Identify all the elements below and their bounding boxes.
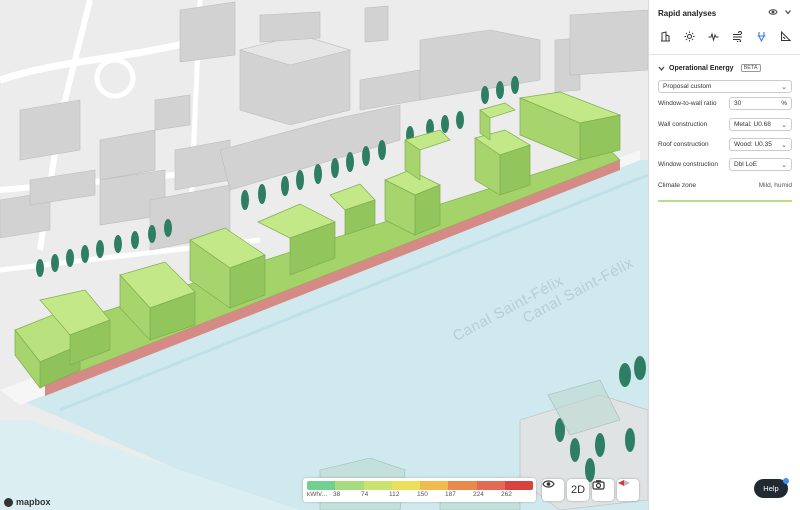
legend-unit: kWh/... — [307, 491, 328, 498]
wwr-label: Window-to-wall ratio — [658, 100, 717, 107]
legend-color-bar — [307, 481, 533, 490]
legend-swatch — [335, 481, 364, 490]
compass-icon — [618, 480, 630, 486]
chevron-down-icon[interactable] — [784, 8, 792, 16]
operational-energy-section[interactable]: Operational Energy BETA — [658, 64, 761, 72]
beta-badge: BETA — [740, 64, 761, 72]
wwr-input[interactable]: 30 % — [729, 97, 792, 110]
legend-tick: 112 — [389, 491, 400, 498]
building-icon[interactable] — [658, 29, 672, 43]
legend-swatch — [391, 481, 420, 490]
proposal-select[interactable]: Proposal custom ⌄ — [658, 80, 792, 93]
eye-icon[interactable] — [768, 8, 778, 16]
wwr-value: 30 — [734, 100, 742, 107]
visibility-button[interactable] — [542, 479, 564, 501]
chevron-down-icon: ⌄ — [781, 141, 787, 149]
wind-icon[interactable] — [706, 29, 720, 43]
wall-construction-value: Metal: U0.68 — [734, 121, 771, 128]
legend-swatch — [504, 481, 533, 490]
legend-swatch — [448, 481, 477, 490]
legend-swatch — [307, 481, 336, 490]
analysis-panel: Rapid analyses Operational Energy BETA P… — [648, 0, 800, 510]
legend-swatch — [363, 481, 392, 490]
roof-construction-select[interactable]: Wood: U0.35 ⌄ — [729, 138, 792, 151]
legend-tick: 150 — [417, 491, 428, 498]
wall-construction-select[interactable]: Metal: U0.68 ⌄ — [729, 118, 792, 131]
chevron-down-icon: ⌄ — [781, 161, 787, 169]
window-construction-label: Window construction — [658, 161, 718, 168]
climate-zone-value: Mild, humid — [758, 182, 792, 189]
chevron-down-icon — [658, 66, 665, 71]
proposal-select-value: Proposal custom — [663, 83, 712, 90]
legend-tick: 74 — [361, 491, 369, 498]
window-construction-value: Dbl LoE — [734, 161, 758, 168]
divider — [649, 54, 800, 55]
section-title: Operational Energy — [669, 64, 734, 72]
chevron-down-icon: ⌄ — [781, 83, 787, 91]
panel-title: Rapid analyses — [658, 9, 717, 18]
legend-tick: 38 — [333, 491, 341, 498]
compass-button[interactable] — [617, 479, 639, 501]
eye-icon — [542, 480, 555, 488]
legend-swatch — [420, 481, 449, 490]
map-view[interactable]: Canal Saint-Félix Canal Saint-Félix mapb… — [0, 0, 648, 510]
notification-dot — [783, 478, 789, 484]
mapbox-logo[interactable]: mapbox — [4, 497, 51, 507]
attribution-text: mapbox — [16, 497, 51, 507]
legend-tick: 224 — [473, 491, 484, 498]
result-indicator — [658, 200, 792, 202]
roof-construction-value: Wood: U0.35 — [734, 141, 772, 148]
window-construction-select[interactable]: Dbl LoE ⌄ — [729, 158, 792, 171]
analysis-tools — [658, 29, 792, 43]
mapbox-icon — [4, 497, 13, 507]
legend-swatch — [476, 481, 505, 490]
energy-legend: kWh/... 38 74 112 150 187 224 262 — [303, 478, 536, 502]
energy-icon[interactable] — [754, 29, 768, 43]
panel-header-icons — [768, 8, 792, 16]
sun-icon[interactable] — [682, 29, 696, 43]
wwr-unit: % — [781, 100, 787, 107]
legend-tick: 187 — [445, 491, 456, 498]
legend-ticks: kWh/... 38 74 112 150 187 224 262 — [305, 491, 535, 501]
wall-construction-label: Wall construction — [658, 121, 708, 128]
slope-icon[interactable] — [778, 29, 792, 43]
view-2d-button[interactable]: 2D — [567, 479, 589, 501]
roof-construction-label: Roof construction — [658, 141, 709, 148]
map-canvas — [0, 0, 648, 510]
chevron-down-icon: ⌄ — [781, 121, 787, 129]
airflow-icon[interactable] — [730, 29, 744, 43]
legend-tick: 262 — [501, 491, 512, 498]
camera-icon — [592, 480, 605, 490]
screenshot-button[interactable] — [592, 479, 614, 501]
climate-zone-label: Climate zone — [658, 182, 696, 189]
